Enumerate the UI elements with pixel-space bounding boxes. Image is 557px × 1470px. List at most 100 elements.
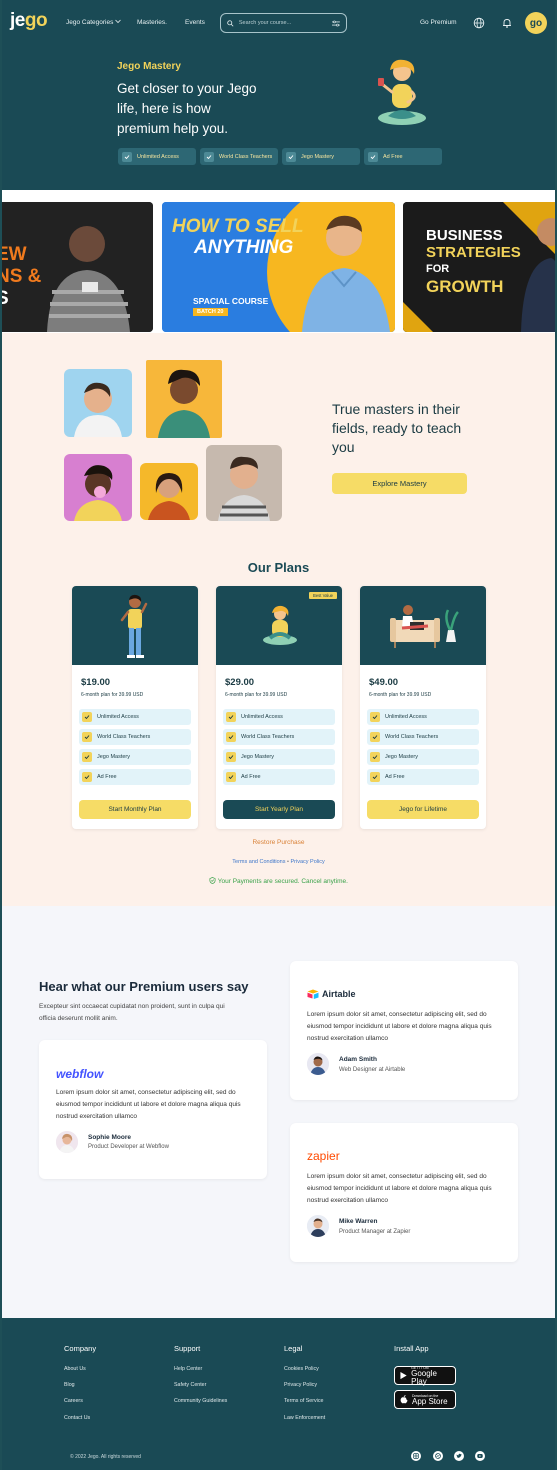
airtable-logo: Airtable (322, 989, 356, 999)
meditating-person-illustration (263, 605, 297, 645)
twitter-icon[interactable] (454, 1451, 464, 1461)
course-banners: EW NS & S HOW TO SELL ANYTHING SPACIAL C… (2, 190, 555, 333)
plan-subtext: 6-month plan for 39.99 USD (369, 692, 432, 698)
benefit-pill: Unlimited Access (118, 148, 196, 165)
start-yearly-plan-button[interactable]: Start Yearly Plan (223, 800, 335, 819)
restore-purchase-link[interactable]: Restore Purchase (2, 839, 555, 846)
webflow-logo: webflow (56, 1067, 104, 1081)
footer-link[interactable]: Community Guidelines (174, 1398, 227, 1404)
plan-card-lifetime: $49.00 6-month plan for 39.99 USD Unlimi… (360, 586, 486, 829)
footer-link[interactable]: Blog (64, 1382, 96, 1388)
plan-card-header: Best Value (216, 586, 342, 665)
testimonial-card: Airtable Lorem ipsum dolor sit amet, con… (290, 961, 518, 1100)
jego-lifetime-button[interactable]: Jego for Lifetime (367, 800, 479, 819)
benefit-pill: Ad Free (364, 148, 442, 165)
plan-feature: Unlimited Access (223, 709, 335, 725)
benefit-pill: World Class Teachers (200, 148, 278, 165)
plan-feature-label: Ad Free (385, 774, 405, 780)
course-banner[interactable]: BUSINESS STRATEGIES FOR GROWTH (403, 202, 555, 332)
globe-icon[interactable] (473, 17, 485, 29)
zapier-logo: zapier (307, 1149, 340, 1163)
search-bar[interactable] (220, 13, 347, 33)
testimonial-quote: Lorem ipsum dolor sit amet, consectetur … (307, 1011, 492, 1042)
footer-link[interactable]: Cookies Policy (284, 1366, 325, 1372)
testimonial-role: Web Designer at Airtable (339, 1067, 406, 1073)
meditating-person-illustration (378, 59, 426, 125)
testimonial-card: zapier Lorem ipsum dolor sit amet, conse… (290, 1123, 518, 1262)
footer-link[interactable]: Law Enforcement (284, 1415, 325, 1421)
google-play-label: GET IT ON Google Play (411, 1366, 450, 1386)
footer-link[interactable]: Safety Center (174, 1382, 227, 1388)
page: jego Jego Categories Masteries. Events G… (2, 0, 555, 1470)
check-icon (370, 772, 380, 782)
shield-check-icon (209, 877, 216, 884)
explore-mastery-button[interactable]: Explore Mastery (332, 473, 467, 494)
footer-link[interactable]: Terms of Service (284, 1398, 325, 1404)
app-store-button[interactable]: Download on the App Store (394, 1390, 456, 1409)
terms-link[interactable]: Terms and Conditions (232, 859, 285, 865)
check-icon (286, 151, 296, 162)
banner-title: HOW TO SELL ANYTHING (172, 216, 304, 258)
master-photo (146, 360, 222, 438)
banner-business-text: BUSINESS STRATEGIES FOR GROWTH (426, 227, 521, 295)
plan-feature-label: Jego Mastery (385, 754, 419, 760)
go-premium-link[interactable]: Go Premium (420, 19, 456, 26)
plan-card-header (72, 586, 198, 665)
course-banner[interactable]: EW NS & S (2, 202, 153, 332)
instagram-icon[interactable] (411, 1451, 421, 1461)
plan-feature: Unlimited Access (367, 709, 479, 725)
banner-batch: BATCH 20 (193, 308, 228, 316)
check-icon (370, 732, 380, 742)
search-icon (227, 19, 234, 27)
secure-payments-note: Your Payments are secured. Cancel anytim… (2, 877, 555, 885)
privacy-link[interactable]: Privacy Policy (290, 859, 324, 865)
benefit-pills: Unlimited Access World Class Teachers Je… (118, 148, 442, 165)
nav-events[interactable]: Events (185, 19, 205, 26)
banner-business-line: GROWTH (426, 277, 504, 296)
logo[interactable]: jego (10, 10, 48, 32)
search-input[interactable] (238, 20, 328, 26)
footer-link[interactable]: Help Center (174, 1366, 227, 1372)
airtable-logo-icon (307, 989, 319, 999)
nav-masteries[interactable]: Masteries. (137, 19, 167, 26)
check-icon (82, 772, 92, 782)
dribbble-icon[interactable] (433, 1451, 443, 1461)
footer-heading: Install App (394, 1344, 429, 1353)
check-icon (368, 151, 378, 162)
check-icon (226, 752, 236, 762)
start-monthly-plan-button[interactable]: Start Monthly Plan (79, 800, 191, 819)
check-icon (226, 772, 236, 782)
footer-link[interactable]: Contact Us (64, 1415, 96, 1421)
plan-feature: World Class Teachers (79, 729, 191, 745)
master-photo (64, 454, 132, 521)
footer-link[interactable]: Privacy Policy (284, 1382, 325, 1388)
nav-categories[interactable]: Jego Categories (66, 19, 121, 26)
footer-link[interactable]: About Us (64, 1366, 96, 1372)
testimonial-name: Mike Warren (339, 1218, 378, 1225)
avatar (307, 1215, 329, 1237)
banner-title-line: ANYTHING (194, 237, 294, 258)
plan-price: $29.00 (225, 677, 255, 688)
plan-price: $19.00 (81, 677, 111, 688)
youtube-icon[interactable] (475, 1451, 485, 1461)
plan-feature-label: Ad Free (97, 774, 117, 780)
banner-left-text: EW NS & S (2, 244, 41, 310)
benefit-label: Ad Free (383, 153, 403, 160)
masters-heading: True masters in their fields, ready to t… (332, 401, 462, 455)
testimonials-section: Hear what our Premium users say Excepteu… (2, 906, 555, 1318)
footer-heading: Company (64, 1344, 97, 1353)
course-banner[interactable]: HOW TO SELL ANYTHING SPACIAL COURSE BATC… (162, 202, 395, 332)
best-value-badge: Best Value (309, 592, 337, 599)
bell-icon[interactable] (501, 17, 513, 29)
footer-link[interactable]: Careers (64, 1398, 96, 1404)
plan-feature: Ad Free (367, 769, 479, 785)
footer-legal-column: Legal Cookies Policy Privacy Policy Term… (284, 1344, 325, 1431)
user-avatar[interactable]: go (525, 12, 547, 34)
benefit-label: World Class Teachers (219, 153, 273, 160)
check-icon (82, 712, 92, 722)
testimonial-role: Product Developer at Webflow (88, 1144, 169, 1150)
avatar (56, 1131, 78, 1153)
check-icon (82, 752, 92, 762)
google-play-button[interactable]: GET IT ON Google Play (394, 1366, 456, 1385)
filter-icon[interactable] (332, 20, 340, 27)
